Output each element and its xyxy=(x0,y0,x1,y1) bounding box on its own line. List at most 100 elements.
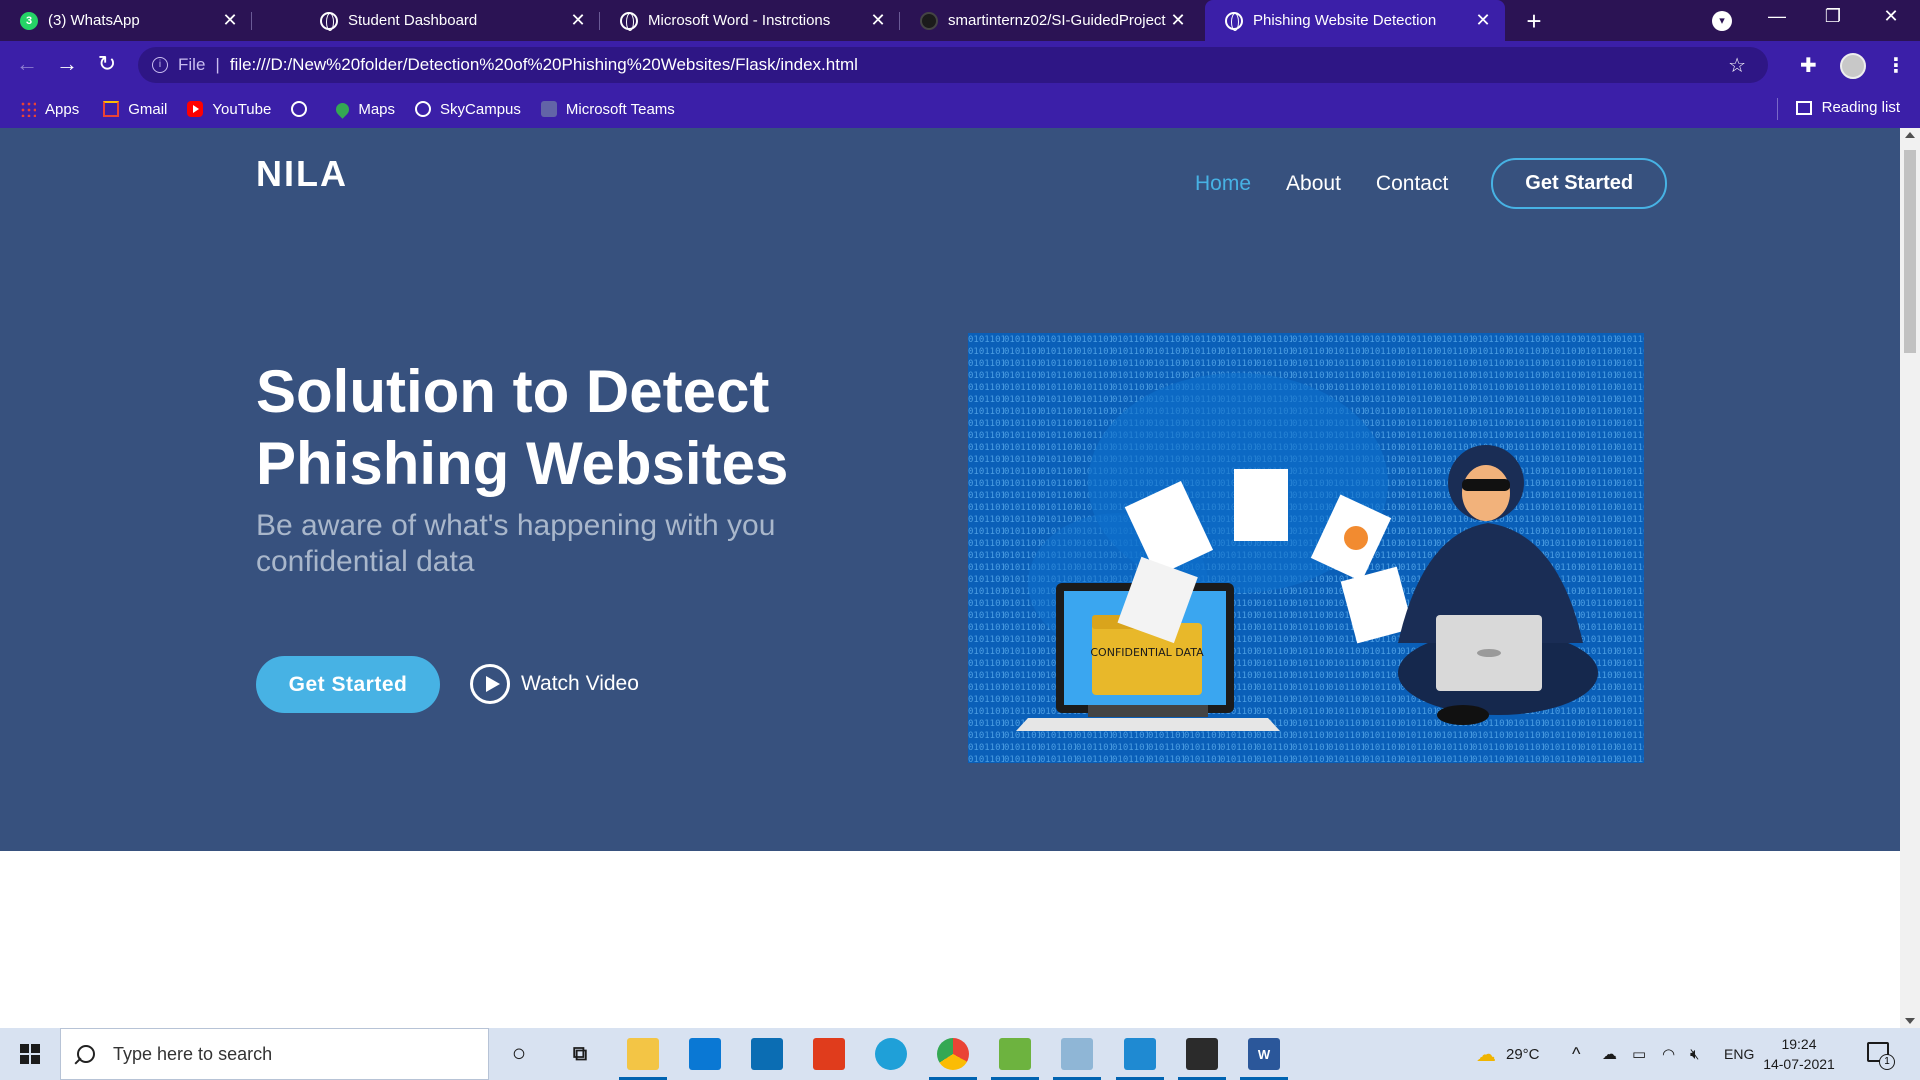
scroll-up-arrow-icon[interactable] xyxy=(1905,132,1915,138)
bookmark-label: Apps xyxy=(45,100,80,118)
bookmark-label: Microsoft Teams xyxy=(565,100,675,118)
bookmark-label: SkyCampus xyxy=(440,100,521,118)
bookmark-label: Gmail xyxy=(128,100,168,118)
dell-icon[interactable] xyxy=(751,1038,783,1070)
hero-subtitle: Be aware of what's happening with you co… xyxy=(256,509,776,578)
profile-avatar[interactable] xyxy=(1840,53,1866,79)
bookmark-skycampus[interactable]: SkyCampus xyxy=(415,101,521,118)
bookmark-globe[interactable] xyxy=(291,101,316,117)
reload-button[interactable]: ↻ xyxy=(92,51,122,77)
windows-start-icon[interactable] xyxy=(20,1044,40,1064)
bookmark-teams[interactable]: Microsoft Teams xyxy=(540,100,675,118)
pie-chart-graphic xyxy=(1344,526,1368,550)
play-icon xyxy=(470,664,510,704)
tab-bar: 3 (3) WhatsApp ✕ Student Dashboard ✕ Mic… xyxy=(0,0,1920,41)
laptop-keyboard xyxy=(1088,705,1208,717)
github-icon xyxy=(920,11,938,30)
nav-get-started-button[interactable]: Get Started xyxy=(1491,158,1668,209)
battery-icon[interactable]: ▭ xyxy=(1632,1028,1646,1080)
vscode-icon[interactable] xyxy=(1116,1038,1164,1080)
bookmark-youtube[interactable]: YouTube xyxy=(187,101,271,118)
file-explorer-icon[interactable] xyxy=(619,1038,667,1080)
whatsapp-icon: 3 xyxy=(20,11,38,30)
clock-time: 19:24 xyxy=(1781,1036,1817,1052)
bookmark-apps[interactable]: Apps xyxy=(20,101,79,118)
bookmarks-bar: Apps Gmail YouTube Maps SkyCampus Micros… xyxy=(0,90,1920,128)
bookmark-label: Maps xyxy=(358,100,396,118)
cortana-icon[interactable]: ○ xyxy=(503,1038,535,1070)
back-button[interactable]: ← xyxy=(12,51,42,77)
globe-icon xyxy=(291,101,308,117)
mail-icon[interactable] xyxy=(689,1038,721,1070)
hero-illustration: 0101101 CONFIDENTIAL DATA xyxy=(968,333,1644,763)
onedrive-icon[interactable]: ☁ xyxy=(1602,1028,1617,1080)
weather-widget[interactable]: ☁ 29°C xyxy=(1476,1028,1540,1080)
tab-phishing-detection[interactable]: Phishing Website Detection ✕ xyxy=(1205,0,1505,41)
close-icon[interactable]: ✕ xyxy=(220,10,240,31)
divider xyxy=(1777,98,1778,120)
tab-title: Phishing Website Detection xyxy=(1253,12,1437,29)
nav-about[interactable]: About xyxy=(1286,172,1341,196)
address-bar: ← → ↻ i File | file:///D:/New%20folder/D… xyxy=(0,41,1920,90)
office-icon[interactable] xyxy=(813,1038,845,1070)
image-viewer-icon[interactable] xyxy=(991,1038,1039,1080)
tab-microsoft-word[interactable]: Microsoft Word - Instrctions ✕ xyxy=(600,0,900,41)
laptop-logo xyxy=(1477,649,1501,657)
nav-home[interactable]: Home xyxy=(1195,172,1251,196)
bookmark-gmail[interactable]: Gmail xyxy=(103,101,167,118)
info-icon[interactable]: i xyxy=(152,57,168,73)
notepad-icon[interactable] xyxy=(1053,1038,1101,1080)
reading-list-icon xyxy=(1795,100,1812,115)
restore-button[interactable]: ❐ xyxy=(1818,6,1848,27)
word-icon[interactable]: W xyxy=(1240,1038,1288,1080)
new-tab-button[interactable]: + xyxy=(1520,6,1548,37)
scrollbar-thumb[interactable] xyxy=(1904,150,1916,353)
main-nav: Home About Contact Get Started xyxy=(1195,158,1702,209)
tray-overflow-icon[interactable]: ^ xyxy=(1572,1028,1580,1080)
bookmark-maps[interactable]: Maps xyxy=(333,99,396,119)
tab-whatsapp[interactable]: 3 (3) WhatsApp ✕ xyxy=(0,0,252,41)
youtube-icon xyxy=(187,101,204,117)
wifi-icon[interactable]: ◠ xyxy=(1662,1028,1675,1080)
url-text: file:///D:/New%20folder/Detection%20of%2… xyxy=(229,55,858,74)
divider: | xyxy=(215,55,220,74)
watch-video-button[interactable]: Watch Video xyxy=(470,664,639,704)
clock[interactable]: 19:24 14-07-2021 xyxy=(1762,1034,1836,1074)
close-icon[interactable]: ✕ xyxy=(1473,10,1493,31)
terminal-icon[interactable] xyxy=(1178,1038,1226,1080)
taskbar-search-input[interactable]: Type here to search xyxy=(60,1028,489,1080)
minimize-button[interactable]: — xyxy=(1762,6,1792,27)
nav-contact[interactable]: Contact xyxy=(1376,172,1448,196)
chrome-icon[interactable] xyxy=(929,1038,977,1080)
weather-icon: ☁ xyxy=(1476,1043,1496,1066)
reading-list-button[interactable]: Reading list xyxy=(1795,99,1900,116)
task-view-icon[interactable]: ⧉ xyxy=(564,1038,596,1070)
site-logo[interactable]: NILA xyxy=(256,153,348,195)
teams-icon xyxy=(540,101,557,117)
tab-search-icon[interactable]: ▾ xyxy=(1712,11,1732,31)
url-input[interactable]: i File | file:///D:/New%20folder/Detecti… xyxy=(138,47,1768,83)
hacker-shoe xyxy=(1437,705,1489,725)
bookmark-label: YouTube xyxy=(212,100,272,118)
vertical-scrollbar[interactable] xyxy=(1900,128,1920,1028)
close-icon[interactable]: ✕ xyxy=(868,10,888,31)
window-close-button[interactable]: ✕ xyxy=(1876,6,1906,27)
notification-badge: 1 xyxy=(1879,1054,1895,1070)
tab-github[interactable]: smartinternz02/SI-GuidedProject ✕ xyxy=(900,0,1200,41)
tab-student-dashboard[interactable]: Student Dashboard ✕ xyxy=(300,0,600,41)
edge-icon[interactable] xyxy=(875,1038,907,1070)
get-started-button[interactable]: Get Started xyxy=(256,656,440,713)
hacker-face xyxy=(1462,465,1510,521)
close-icon[interactable]: ✕ xyxy=(1168,10,1188,31)
bookmark-star-icon[interactable]: ☆ xyxy=(1728,53,1746,78)
extensions-icon[interactable]: ✚ xyxy=(1800,53,1817,78)
taskbar: Type here to search ○ ⧉ W ☁ 29°C ^ ☁ ▭ ◠… xyxy=(0,1028,1920,1080)
close-icon[interactable]: ✕ xyxy=(568,10,588,31)
language-indicator[interactable]: ENG xyxy=(1724,1028,1754,1080)
weather-temperature: 29°C xyxy=(1506,1045,1540,1063)
menu-icon[interactable]: ⋮ xyxy=(1886,53,1906,78)
scroll-down-arrow-icon[interactable] xyxy=(1905,1018,1915,1024)
forward-button[interactable]: → xyxy=(52,51,82,77)
document xyxy=(1234,469,1288,541)
volume-mute-icon[interactable]: 🔇︎ xyxy=(1690,1028,1699,1080)
